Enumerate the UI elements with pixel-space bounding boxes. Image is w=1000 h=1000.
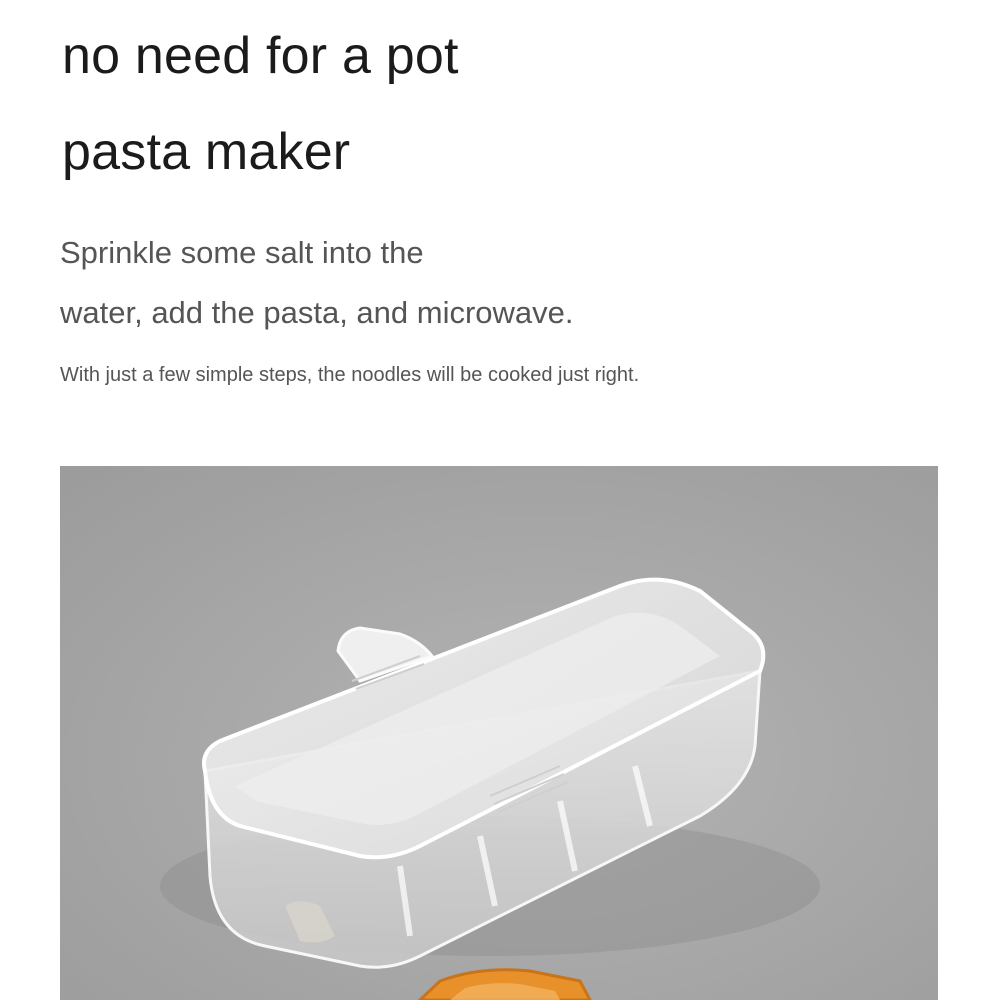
headline-line-1: no need for a pot: [62, 27, 459, 85]
subtitle-line-1: Sprinkle some salt into the: [60, 235, 424, 270]
caption-text: With just a few simple steps, the noodle…: [60, 364, 640, 386]
headline-line-2: pasta maker: [62, 123, 351, 181]
subtitle-line-2: water, add the pasta, and microwave.: [60, 295, 574, 330]
product-photo-illustration: [60, 466, 938, 1000]
product-photo: [60, 466, 938, 1000]
